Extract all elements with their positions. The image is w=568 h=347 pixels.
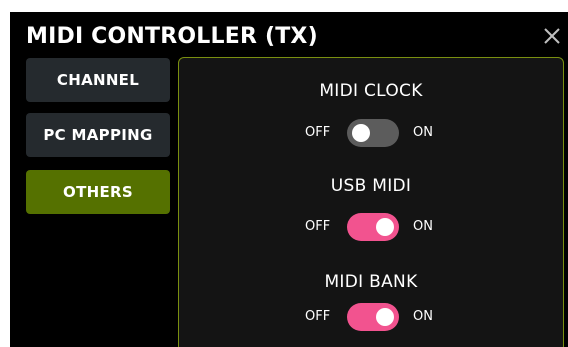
usb-midi-toggle[interactable] [347,213,399,241]
usb-midi-on-label: ON [413,219,433,234]
midi-controller-screen: MIDI CONTROLLER (TX) CHANNEL PC MAPPING … [10,12,568,347]
toggle-knob [376,218,394,236]
nav-channel-button[interactable]: CHANNEL [26,58,170,102]
nav-pc-mapping-label: PC MAPPING [43,126,153,144]
midi-clock-on-label: ON [413,125,433,140]
toggle-knob [376,308,394,326]
midi-bank-title: MIDI BANK [324,272,418,292]
midi-bank-toggle[interactable] [347,303,399,331]
midi-bank-on-label: ON [413,309,433,324]
midi-clock-toggle[interactable] [347,119,399,147]
midi-bank-row: OFF ON [179,303,563,331]
nav-pc-mapping-button[interactable]: PC MAPPING [26,113,170,157]
nav-channel-label: CHANNEL [56,71,140,89]
midi-clock-row: OFF ON [179,119,563,147]
nav-others-label: OTHERS [63,183,133,201]
midi-bank-off-label: OFF [305,309,331,324]
nav-others-button[interactable]: OTHERS [26,170,170,214]
usb-midi-off-label: OFF [305,219,331,234]
usb-midi-row: OFF ON [179,213,563,241]
settings-panel: MIDI CLOCK OFF ON USB MIDI OFF ON MIDI B… [178,57,564,347]
close-button[interactable] [542,26,562,46]
midi-clock-off-label: OFF [305,125,331,140]
page-title: MIDI CONTROLLER (TX) [26,24,318,49]
toggle-knob [352,124,370,142]
usb-midi-title: USB MIDI [330,176,412,196]
close-icon [544,28,560,44]
midi-clock-title: MIDI CLOCK [319,81,423,101]
